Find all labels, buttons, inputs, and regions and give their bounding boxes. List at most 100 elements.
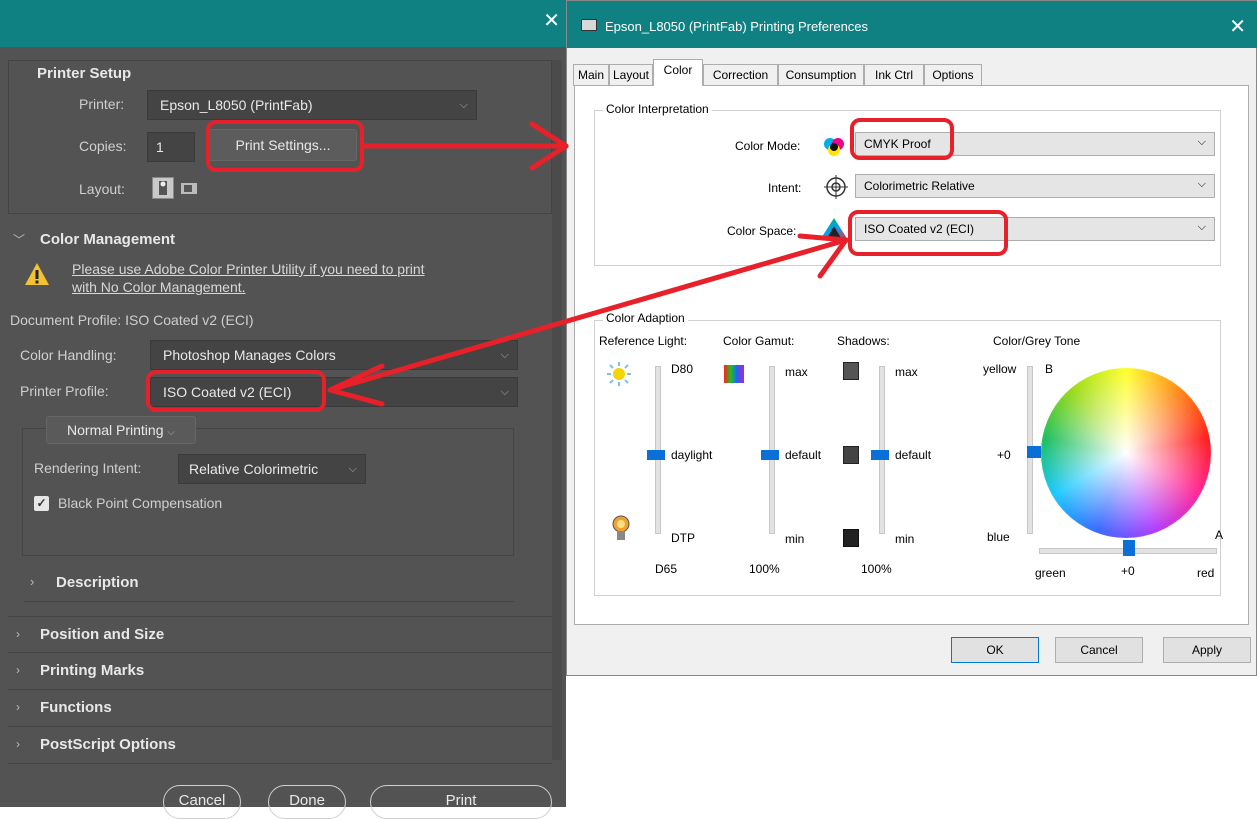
color-handling-value: Photoshop Manages Colors [163, 347, 336, 363]
warning-icon [24, 262, 50, 289]
reference-light-slider-thumb[interactable] [647, 450, 665, 460]
printing-marks-section[interactable]: › Printing Marks [8, 653, 552, 690]
printer-label: Printer: [79, 96, 125, 112]
scrollbar[interactable] [552, 60, 562, 760]
bulb-icon [611, 514, 631, 545]
rendering-intent-label: Rendering Intent: [34, 460, 142, 476]
close-icon[interactable]: ✕ [543, 11, 560, 31]
tone-green-label: green [1035, 566, 1066, 580]
ok-button[interactable]: OK [951, 637, 1039, 663]
tab-correction[interactable]: Correction [703, 64, 778, 86]
dialog-title-bar: Epson_L8050 (PrintFab) Printing Preferen… [567, 1, 1257, 48]
portrait-layout-icon[interactable] [152, 177, 174, 199]
color-adaption-title: Color Adaption [603, 311, 688, 325]
intent-label: Intent: [768, 181, 802, 195]
dialog-title: Epson_L8050 (PrintFab) Printing Preferen… [605, 19, 869, 34]
rendering-intent-select[interactable]: Relative Colorimetric ⌵ [178, 454, 366, 484]
cancel-button[interactable]: Cancel [1055, 637, 1143, 663]
cancel-button[interactable]: Cancel [163, 785, 241, 819]
copies-input[interactable]: 1 [147, 132, 195, 162]
color-tab-page: Color Interpretation Color Mode: CMYK Pr… [574, 85, 1249, 625]
color-gamut-top-label: max [785, 365, 808, 379]
shadows-slider-thumb[interactable] [871, 450, 889, 460]
annotation-box-color-space [848, 210, 1008, 256]
done-button[interactable]: Done [268, 785, 346, 819]
shadow-default-icon [843, 446, 859, 464]
bpc-checkbox[interactable]: ✓ [34, 496, 49, 511]
chevron-down-icon: ⌵ [1197, 221, 1206, 233]
gamut-icon [723, 364, 745, 387]
printer-select[interactable]: Epson_L8050 (PrintFab) ⌵ [147, 90, 477, 120]
landscape-layout-icon[interactable] [179, 179, 201, 199]
chevron-down-icon[interactable]: ﹀ [13, 231, 25, 248]
target-icon [823, 174, 849, 203]
tone-a-slider-thumb[interactable] [1123, 540, 1135, 556]
tone-b-label: B [1045, 362, 1054, 376]
copies-value: 1 [156, 139, 164, 155]
normal-printing-select[interactable]: Normal Printing ⌵ [46, 416, 196, 444]
print-button[interactable]: Print [370, 785, 552, 819]
color-management-heading: Color Management [40, 231, 176, 248]
chevron-down-icon: ⌵ [1197, 136, 1206, 148]
reference-light-bottom-label: DTP [671, 531, 695, 545]
shadows-middle-label: default [895, 448, 932, 462]
warning-link-line1[interactable]: Please use Adobe Color Printer Utility i… [72, 261, 425, 277]
normal-printing-value: Normal Printing [67, 422, 164, 438]
intent-value: Colorimetric Relative [864, 179, 975, 193]
document-profile-text: Document Profile: ISO Coated v2 (ECI) [10, 312, 254, 328]
reference-light-footer: D65 [655, 562, 678, 576]
color-wheel[interactable] [1041, 368, 1211, 538]
shadow-max-icon [843, 362, 859, 380]
color-gamut-footer: 100% [749, 562, 780, 576]
chevron-right-icon: › [16, 700, 20, 714]
chevron-down-icon: ⌵ [459, 99, 468, 111]
shadows-footer: 100% [861, 562, 892, 576]
tab-ink-ctrl[interactable]: Ink Ctrl [864, 64, 924, 86]
color-space-label: Color Space: [727, 224, 797, 238]
reference-light-middle-label: daylight [671, 448, 713, 462]
color-gamut-title: Color Gamut: [723, 334, 795, 348]
rendering-intent-value: Relative Colorimetric [189, 461, 319, 477]
chevron-right-icon: › [16, 627, 20, 641]
chevron-down-icon: ⌵ [500, 386, 509, 398]
printing-preferences-dialog: Epson_L8050 (PrintFab) Printing Preferen… [566, 0, 1257, 676]
annotation-box-color-mode [850, 118, 954, 160]
warning-link-line2[interactable]: with No Color Management. [72, 279, 246, 295]
shadows-bottom-label: min [895, 532, 915, 546]
tone-blue-label: blue [987, 530, 1010, 544]
chevron-down-icon: ⌵ [167, 427, 175, 438]
color-handling-select[interactable]: Photoshop Manages Colors ⌵ [150, 340, 518, 370]
color-gamut-bottom-label: min [785, 532, 805, 546]
color-space-icon [819, 216, 849, 245]
apply-button[interactable]: Apply [1163, 637, 1251, 663]
chevron-right-icon: › [30, 574, 35, 589]
section-title: Position and Size [40, 626, 165, 643]
shadow-min-icon [843, 529, 859, 547]
color-grey-tone-title: Color/Grey Tone [993, 334, 1081, 348]
tab-layout[interactable]: Layout [609, 64, 653, 86]
intent-select[interactable]: Colorimetric Relative ⌵ [855, 174, 1215, 198]
chevron-right-icon: › [16, 737, 20, 751]
tab-options[interactable]: Options [924, 64, 982, 86]
position-and-size-section[interactable]: › Position and Size [8, 616, 552, 653]
printer-icon [581, 19, 597, 31]
color-gamut-middle-label: default [785, 448, 822, 462]
tone-red-label: red [1197, 566, 1215, 580]
color-gamut-slider-thumb[interactable] [761, 450, 779, 460]
chevron-down-icon: ⌵ [348, 463, 357, 475]
annotation-box-printer-profile [146, 370, 326, 412]
tab-main[interactable]: Main [573, 64, 609, 86]
tab-consumption[interactable]: Consumption [778, 64, 864, 86]
color-interpretation-title: Color Interpretation [603, 102, 712, 116]
annotation-box-print-settings [206, 120, 364, 172]
tone-yellow-label: yellow [983, 362, 1017, 376]
close-icon[interactable]: ✕ [1229, 14, 1246, 39]
copies-label: Copies: [79, 138, 127, 154]
tone-a-value: +0 [1121, 564, 1135, 578]
description-section[interactable]: › Description [24, 568, 514, 602]
postscript-options-section[interactable]: › PostScript Options [8, 727, 552, 764]
functions-section[interactable]: › Functions [8, 690, 552, 727]
tone-b-value: +0 [997, 448, 1011, 462]
tone-b-slider-thumb[interactable] [1027, 446, 1041, 458]
tab-color[interactable]: Color [653, 59, 703, 86]
